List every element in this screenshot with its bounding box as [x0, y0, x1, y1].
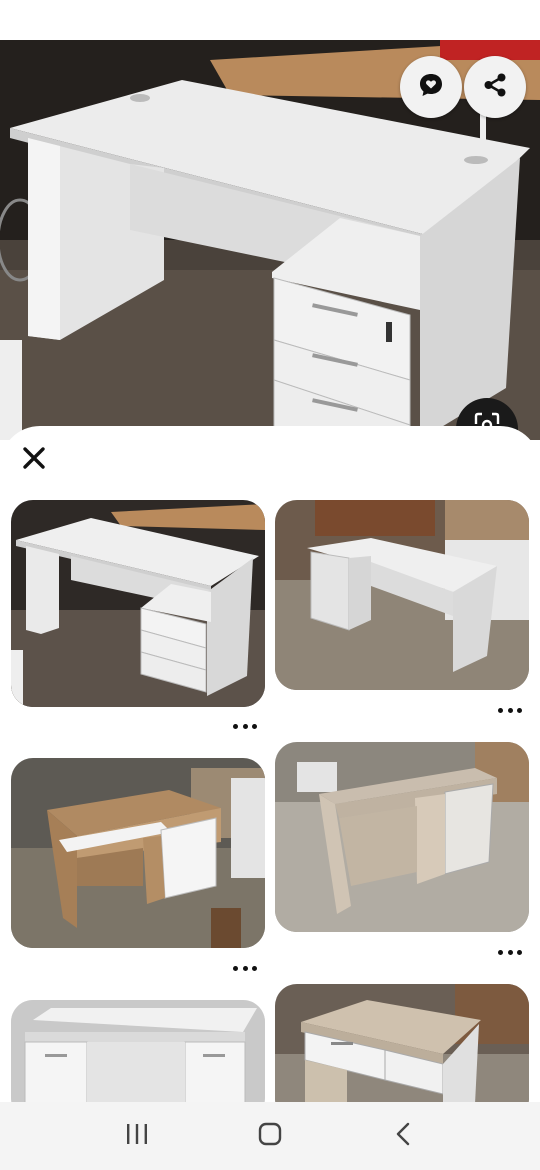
share-icon: [481, 71, 509, 104]
related-pins-sheet: [0, 426, 540, 1106]
close-button[interactable]: [18, 444, 50, 476]
comment-button[interactable]: [400, 56, 462, 118]
recent-apps-button[interactable]: [107, 1111, 167, 1161]
home-button[interactable]: [240, 1111, 300, 1161]
back-button[interactable]: [373, 1111, 433, 1161]
system-navigation-bar: [0, 1102, 540, 1170]
pin-card[interactable]: [275, 984, 529, 1106]
pin-closeup-screen: [0, 0, 540, 1170]
more-options-button[interactable]: [495, 944, 525, 960]
home-icon: [257, 1121, 283, 1152]
share-button[interactable]: [464, 56, 526, 118]
back-icon: [393, 1121, 413, 1152]
pin-card[interactable]: [275, 500, 529, 690]
comment-heart-icon: [417, 71, 445, 104]
more-options-button[interactable]: [230, 960, 260, 976]
pin-card[interactable]: [11, 1000, 265, 1106]
pin-card[interactable]: [275, 742, 529, 932]
more-options-button[interactable]: [230, 718, 260, 734]
status-bar: [0, 0, 540, 40]
more-options-button[interactable]: [495, 702, 525, 718]
pin-card[interactable]: [11, 758, 265, 948]
recent-apps-icon: [124, 1122, 150, 1151]
close-icon: [22, 446, 46, 475]
pin-card[interactable]: [11, 500, 265, 707]
